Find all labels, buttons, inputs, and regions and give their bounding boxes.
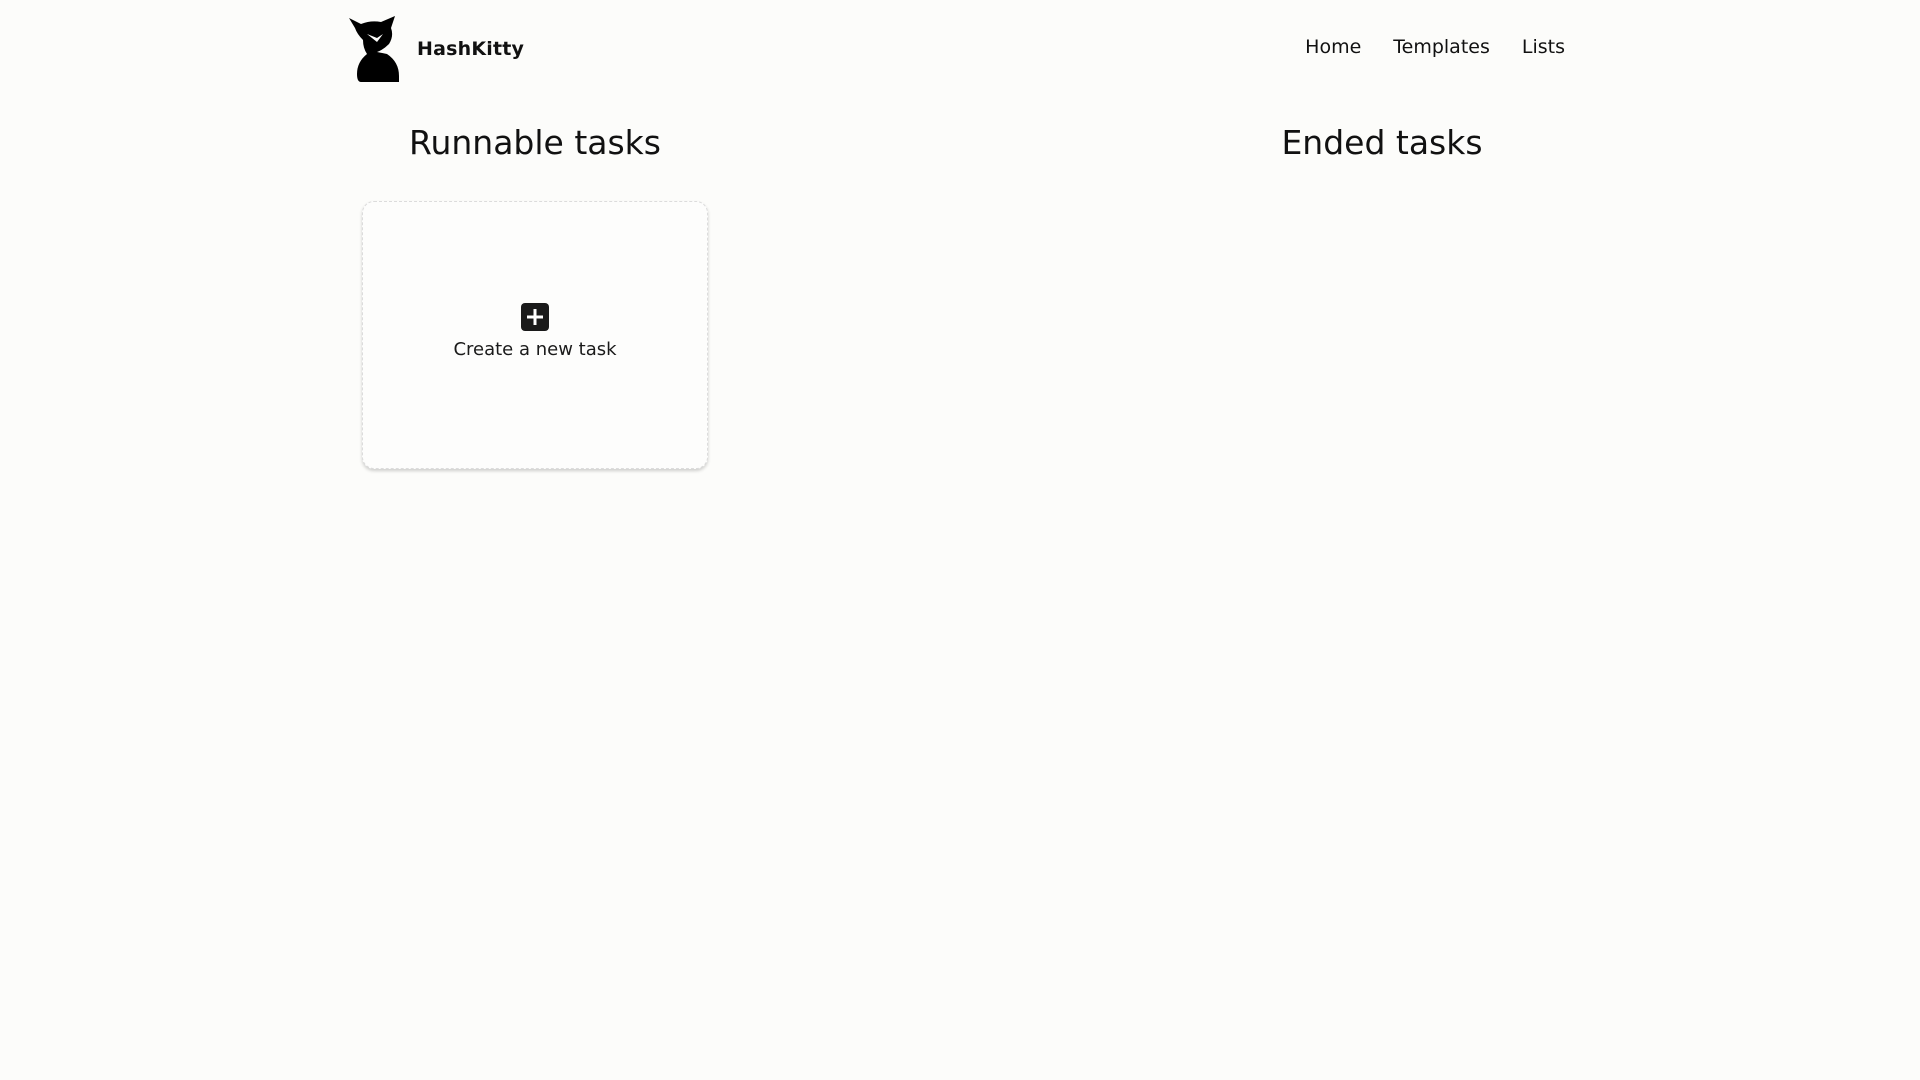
nav-home[interactable]: Home [1305,36,1361,58]
cat-silhouette-icon [349,16,399,82]
ended-tasks-title: Ended tasks [1281,123,1483,162]
runnable-tasks-title: Runnable tasks [409,123,661,162]
plus-square-icon [521,302,549,331]
page: HashKitty Home Templates Lists Runnable … [0,0,1920,1080]
create-task-label: Create a new task [453,338,617,360]
brand-logo-link[interactable]: HashKitty [347,14,524,84]
main-nav: Home Templates Lists [1305,36,1565,58]
brand-name: HashKitty [417,38,525,60]
create-task-card[interactable]: Create a new task [362,201,708,469]
nav-templates[interactable]: Templates [1393,36,1490,58]
nav-lists[interactable]: Lists [1522,36,1565,58]
